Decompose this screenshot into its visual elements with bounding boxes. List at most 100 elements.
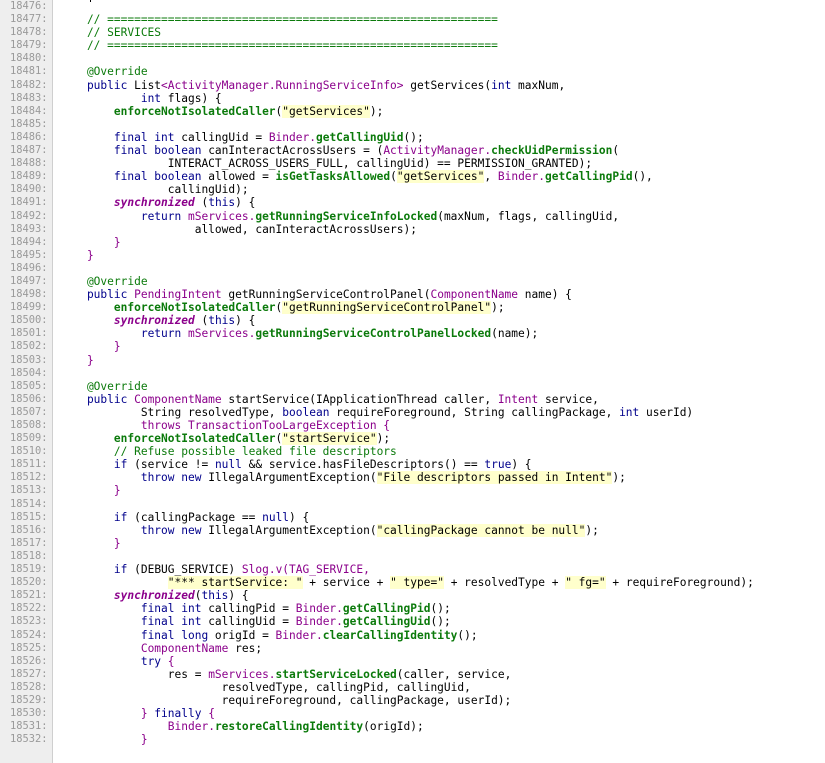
code-line[interactable]: 18512: throw new IllegalArgumentExceptio… bbox=[0, 471, 825, 485]
line-number: 18482: bbox=[10, 78, 48, 91]
line-number: 18522: bbox=[10, 602, 48, 615]
code-token: callingUid = bbox=[174, 130, 269, 144]
code-token: res = bbox=[60, 667, 209, 681]
code-token: checkUidPermission bbox=[491, 144, 613, 158]
code-text: throw new IllegalArgumentException("call… bbox=[60, 523, 825, 537]
code-line[interactable]: 18513: } bbox=[0, 484, 825, 497]
code-token: @Override bbox=[60, 65, 148, 79]
code-token: maxNum, bbox=[511, 78, 566, 92]
code-text: @Override bbox=[60, 380, 825, 393]
code-token: boolean bbox=[282, 405, 330, 419]
code-line[interactable]: 18487: final boolean canInteractAcrossUs… bbox=[0, 144, 825, 157]
code-line[interactable]: 18517: } bbox=[0, 537, 825, 550]
code-line[interactable]: 18511: if (service != null && service.ha… bbox=[0, 458, 825, 471]
code-line[interactable]: 18518: bbox=[0, 550, 825, 563]
code-text: public ComponentName startService(IAppli… bbox=[60, 393, 825, 406]
code-line[interactable]: 18493: allowed, canInteractAcrossUsers); bbox=[0, 223, 825, 236]
code-line[interactable]: 18490: callingUid); bbox=[0, 183, 825, 196]
code-token: } bbox=[60, 340, 121, 354]
code-line[interactable]: 18485: bbox=[0, 118, 825, 131]
line-number: 18503: bbox=[10, 353, 48, 366]
code-text: // =====================================… bbox=[60, 39, 825, 52]
code-line[interactable]: 18504: bbox=[0, 367, 825, 380]
code-token: name) { bbox=[518, 288, 572, 302]
line-number: 18485: bbox=[10, 117, 48, 130]
code-line[interactable]: 18496: bbox=[0, 262, 825, 275]
code-line[interactable]: 18507: String resolvedType, boolean requ… bbox=[0, 406, 825, 419]
code-line[interactable]: 18498: public PendingIntent getRunningSe… bbox=[0, 288, 825, 301]
code-line[interactable]: 18488: INTERACT_ACROSS_USERS_FULL, calli… bbox=[0, 157, 825, 170]
code-line[interactable]: 18528: resolvedType, callingPid, calling… bbox=[0, 681, 825, 694]
code-line[interactable]: 18478: // SERVICES bbox=[0, 26, 825, 39]
code-line[interactable]: 18520: "*** startService: " + service + … bbox=[0, 576, 825, 590]
code-line[interactable]: 18492: return mServices.getRunningServic… bbox=[0, 210, 825, 223]
line-number: 18495: bbox=[10, 248, 48, 261]
code-line[interactable]: 18502: } bbox=[0, 340, 825, 353]
code-line[interactable]: 18489: final boolean allowed = isGetTask… bbox=[0, 170, 825, 184]
code-line[interactable]: 18494: } bbox=[0, 236, 825, 249]
code-line[interactable]: 18526: try { bbox=[0, 655, 825, 668]
code-line[interactable]: 18530: } finally { bbox=[0, 707, 825, 720]
code-line[interactable]: 18503: } bbox=[0, 354, 825, 367]
code-line[interactable]: 18508: throws TransactionTooLargeExcepti… bbox=[0, 419, 825, 432]
code-text: public PendingIntent getRunningServiceCo… bbox=[60, 288, 825, 301]
code-token: public bbox=[60, 78, 135, 92]
code-line[interactable]: 18519: if (DEBUG_SERVICE) Slog.v(TAG_SER… bbox=[0, 563, 825, 576]
code-text: } bbox=[60, 249, 825, 262]
code-line[interactable]: 18532: } bbox=[0, 733, 825, 746]
code-line[interactable]: 18522: final int callingPid = Binder.get… bbox=[0, 602, 825, 615]
code-line[interactable]: 18514: bbox=[0, 498, 825, 511]
code-line[interactable]: 18509: enforceNotIsolatedCaller("startSe… bbox=[0, 432, 825, 446]
code-line[interactable]: 18497: @Override bbox=[0, 275, 825, 288]
code-token: " type=" bbox=[390, 576, 444, 590]
code-line[interactable]: 18486: final int callingUid = Binder.get… bbox=[0, 131, 825, 144]
code-line[interactable]: 18506: public ComponentName startService… bbox=[0, 393, 825, 406]
code-line[interactable]: 18476: bbox=[0, 0, 825, 13]
code-token: Binder. bbox=[268, 130, 316, 144]
code-editor[interactable]: 18476: 18477: // ========================… bbox=[0, 0, 825, 763]
line-number: 18532: bbox=[10, 733, 48, 746]
code-line[interactable]: 18491: synchronized (this) { bbox=[0, 196, 825, 209]
code-line[interactable]: 18529: requireForeground, callingPackage… bbox=[0, 694, 825, 707]
code-line[interactable]: 18521: synchronized(this) { bbox=[0, 589, 825, 602]
code-line[interactable]: 18500: synchronized (this) { bbox=[0, 314, 825, 327]
code-token: (), bbox=[632, 170, 653, 184]
code-line[interactable]: 18525: ComponentName res; bbox=[0, 642, 825, 655]
code-line[interactable]: 18499: enforceNotIsolatedCaller("getRunn… bbox=[0, 301, 825, 315]
code-line[interactable]: 18516: throw new IllegalArgumentExceptio… bbox=[0, 523, 825, 537]
line-number: 18508: bbox=[10, 419, 48, 431]
code-line[interactable]: 18501: return mServices.getRunningServic… bbox=[0, 327, 825, 340]
code-line[interactable]: 18480: bbox=[0, 52, 825, 65]
code-token: return bbox=[140, 327, 182, 341]
code-line[interactable]: 18527: res = mServices.startServiceLocke… bbox=[0, 668, 825, 681]
code-token: @Override bbox=[60, 274, 148, 288]
code-line[interactable]: 18482: public List<ActivityManager.Runni… bbox=[0, 79, 825, 92]
code-token: IllegalArgumentException( bbox=[201, 523, 377, 537]
line-number: 18510: bbox=[10, 445, 48, 458]
line-number: 18476: bbox=[10, 0, 48, 12]
code-line[interactable]: 18477: // ==============================… bbox=[0, 13, 825, 26]
code-line[interactable]: 18505: @Override bbox=[0, 380, 825, 393]
code-line[interactable]: 18484: enforceNotIsolatedCaller("getServ… bbox=[0, 104, 825, 118]
line-number: 18498: bbox=[10, 288, 48, 301]
code-line[interactable]: 18531: Binder.restoreCallingIdentity(ori… bbox=[0, 720, 825, 733]
code-line[interactable]: 18479: // ==============================… bbox=[0, 39, 825, 52]
code-line[interactable]: 18510: // Refuse possible leaked file de… bbox=[0, 445, 825, 458]
code-line[interactable]: 18495: } bbox=[0, 249, 825, 262]
code-line[interactable]: 18515: if (callingPackage == null) { bbox=[0, 511, 825, 524]
code-line[interactable]: 18481: @Override bbox=[0, 65, 825, 78]
code-line[interactable]: 18523: final int callingUid = Binder.get… bbox=[0, 615, 825, 628]
code-line[interactable]: 18483: int flags) { bbox=[0, 92, 825, 105]
code-text: // SERVICES bbox=[60, 26, 825, 39]
code-token: finally bbox=[154, 707, 202, 721]
code-line[interactable]: 18524: final long origId = Binder.clearC… bbox=[0, 629, 825, 642]
line-number: 18484: bbox=[10, 104, 48, 117]
code-token: public bbox=[60, 392, 135, 406]
code-token: Binder. bbox=[275, 628, 323, 642]
